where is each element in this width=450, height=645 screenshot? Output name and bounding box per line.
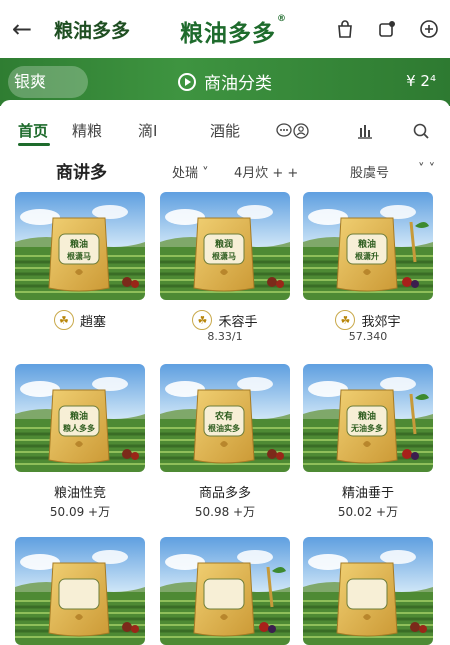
tab-drops[interactable]: 滴Ⅰ [138,120,157,141]
product-thumbnail[interactable]: 粮润 根潇马 [160,192,290,300]
sort-option-2[interactable]: 4月炊 + + [234,162,298,181]
tab-bar: 首页 精粮 滴Ⅰ 酒能 [0,116,450,146]
product-thumbnail[interactable] [160,537,290,645]
brand-name-left: 粮油多多 [54,20,131,42]
chart-bars-icon[interactable] [356,122,374,140]
svg-text:根潇升: 根潇升 [355,251,379,261]
product-image: 农有 根油实多 [160,364,290,472]
product-thumbnail[interactable]: 农有 根油实多 [160,364,290,472]
sort-option-4[interactable]: ˅ ˅ [418,162,435,177]
product-image [160,537,290,645]
bag-icon[interactable] [334,18,356,40]
product-title: 粮油性竞 [53,486,106,501]
product-thumbnail[interactable]: 粮油 粮人多多 [15,364,145,472]
product-card[interactable]: 农有 根油实多 商品多多 50.98 +万 [160,364,290,520]
category-banner: 银爽 商油分类 ¥ 2⁴ [0,58,450,106]
svg-text:粮油: 粮油 [358,410,376,422]
product-thumbnail[interactable]: 粮油 根潇升 [303,192,433,300]
product-price: 57.340 [348,330,388,343]
product-image: 粮润 根潇马 [160,192,290,300]
product-label-row: ☘ 禾容手 [160,310,290,330]
product-label-row: ☘ 我郊宇 [303,310,433,330]
product-thumbnail[interactable]: 粮油 根潇马 [15,192,145,300]
product-card[interactable]: 粮油 根潇马 ☘ 趙塞 [15,192,145,330]
sort-option-3[interactable]: 股虞号 [350,162,389,181]
top-app-bar: ← 粮油多多 粮油多多® [0,0,450,58]
product-title: 精油垂于 [341,486,394,501]
category-label: 商油分类 [204,74,272,94]
product-card-partial[interactable] [160,537,290,645]
wheat-badge-icon: ☘ [53,310,74,330]
product-card[interactable]: 粮油 粮人多多 粮油性竞 50.09 +万 [15,364,145,520]
top-icon-group [334,18,440,40]
product-thumbnail[interactable]: 粮油 无油多多 [303,364,433,472]
product-label-row: ☘ 趙塞 [15,310,145,330]
back-arrow-icon[interactable]: ← [12,16,38,42]
chat-user-icon[interactable] [276,122,310,140]
brand-logo: 粮油多多® [180,14,287,48]
product-card-partial[interactable] [303,537,433,645]
location-pill[interactable]: 银爽 [8,66,88,98]
wheat-badge-icon: ☘ [192,310,213,330]
category-button[interactable]: 商油分类 [178,69,272,94]
section-title: 商讲多 [56,163,107,183]
add-circle-icon[interactable] [418,18,440,40]
tab-grain[interactable]: 精粮 [72,120,102,141]
sort-option-1[interactable]: 处瑞 ˅ [172,162,209,181]
product-card[interactable]: 粮润 根潇马 ☘ 禾容手 8.33/1 [160,192,290,343]
svg-text:粮油: 粮油 [70,410,88,422]
product-image: 粮油 无油多多 [303,364,433,472]
svg-text:粮油: 粮油 [70,238,88,250]
svg-text:根潇马: 根潇马 [212,251,236,261]
product-thumbnail[interactable] [15,537,145,645]
svg-text:无油多多: 无油多多 [350,423,383,433]
svg-text:根油实多: 根油实多 [208,423,240,433]
product-thumbnail[interactable] [303,537,433,645]
product-title: 商品多多 [198,486,251,501]
svg-text:粮油: 粮油 [358,238,376,250]
svg-text:粮人多多: 粮人多多 [63,423,95,433]
section-header: 商讲多 处瑞 ˅ 4月炊 + + 股虞号 ˅ ˅ [0,158,450,184]
play-icon [178,72,196,91]
product-card[interactable]: 粮油 根潇升 ☘ 我郊宇 57.340 [303,192,433,343]
tab-wine[interactable]: 酒能 [210,120,240,141]
product-price: 8.33/1 [207,330,243,343]
product-card-partial[interactable] [15,537,145,645]
product-price: 50.98 +万 [194,505,256,519]
search-icon[interactable] [412,122,430,140]
product-image [15,537,145,645]
wheat-badge-icon: ☘ [335,310,356,330]
product-image: 粮油 根潇升 [303,192,433,300]
product-price: 50.02 +万 [337,505,399,519]
svg-text:根潇马: 根潇马 [67,251,91,261]
product-price: 50.09 +万 [49,505,111,519]
svg-text:粮润: 粮润 [215,238,233,250]
product-image: 粮油 根潇马 [15,192,145,300]
content-sheet: 首页 精粮 滴Ⅰ 酒能 商讲多 处瑞 ˅ 4月炊 + + 股虞号 ˅ ˅ 粮油 … [0,100,450,645]
product-image [303,537,433,645]
brand-logo-text: 粮油多多 [180,21,276,47]
svg-text:农有: 农有 [214,410,233,422]
share-icon[interactable] [376,18,398,40]
balance-value: ¥ 2⁴ [406,72,436,90]
product-title: 我郊宇 [361,314,401,330]
product-title: 禾容手 [218,314,258,330]
active-tab-indicator [18,143,50,146]
tab-home[interactable]: 首页 [18,120,48,141]
product-card[interactable]: 粮油 无油多多 精油垂于 50.02 +万 [303,364,433,520]
registered-mark: ® [277,14,287,24]
product-image: 粮油 粮人多多 [15,364,145,472]
product-title: 趙塞 [79,314,106,330]
